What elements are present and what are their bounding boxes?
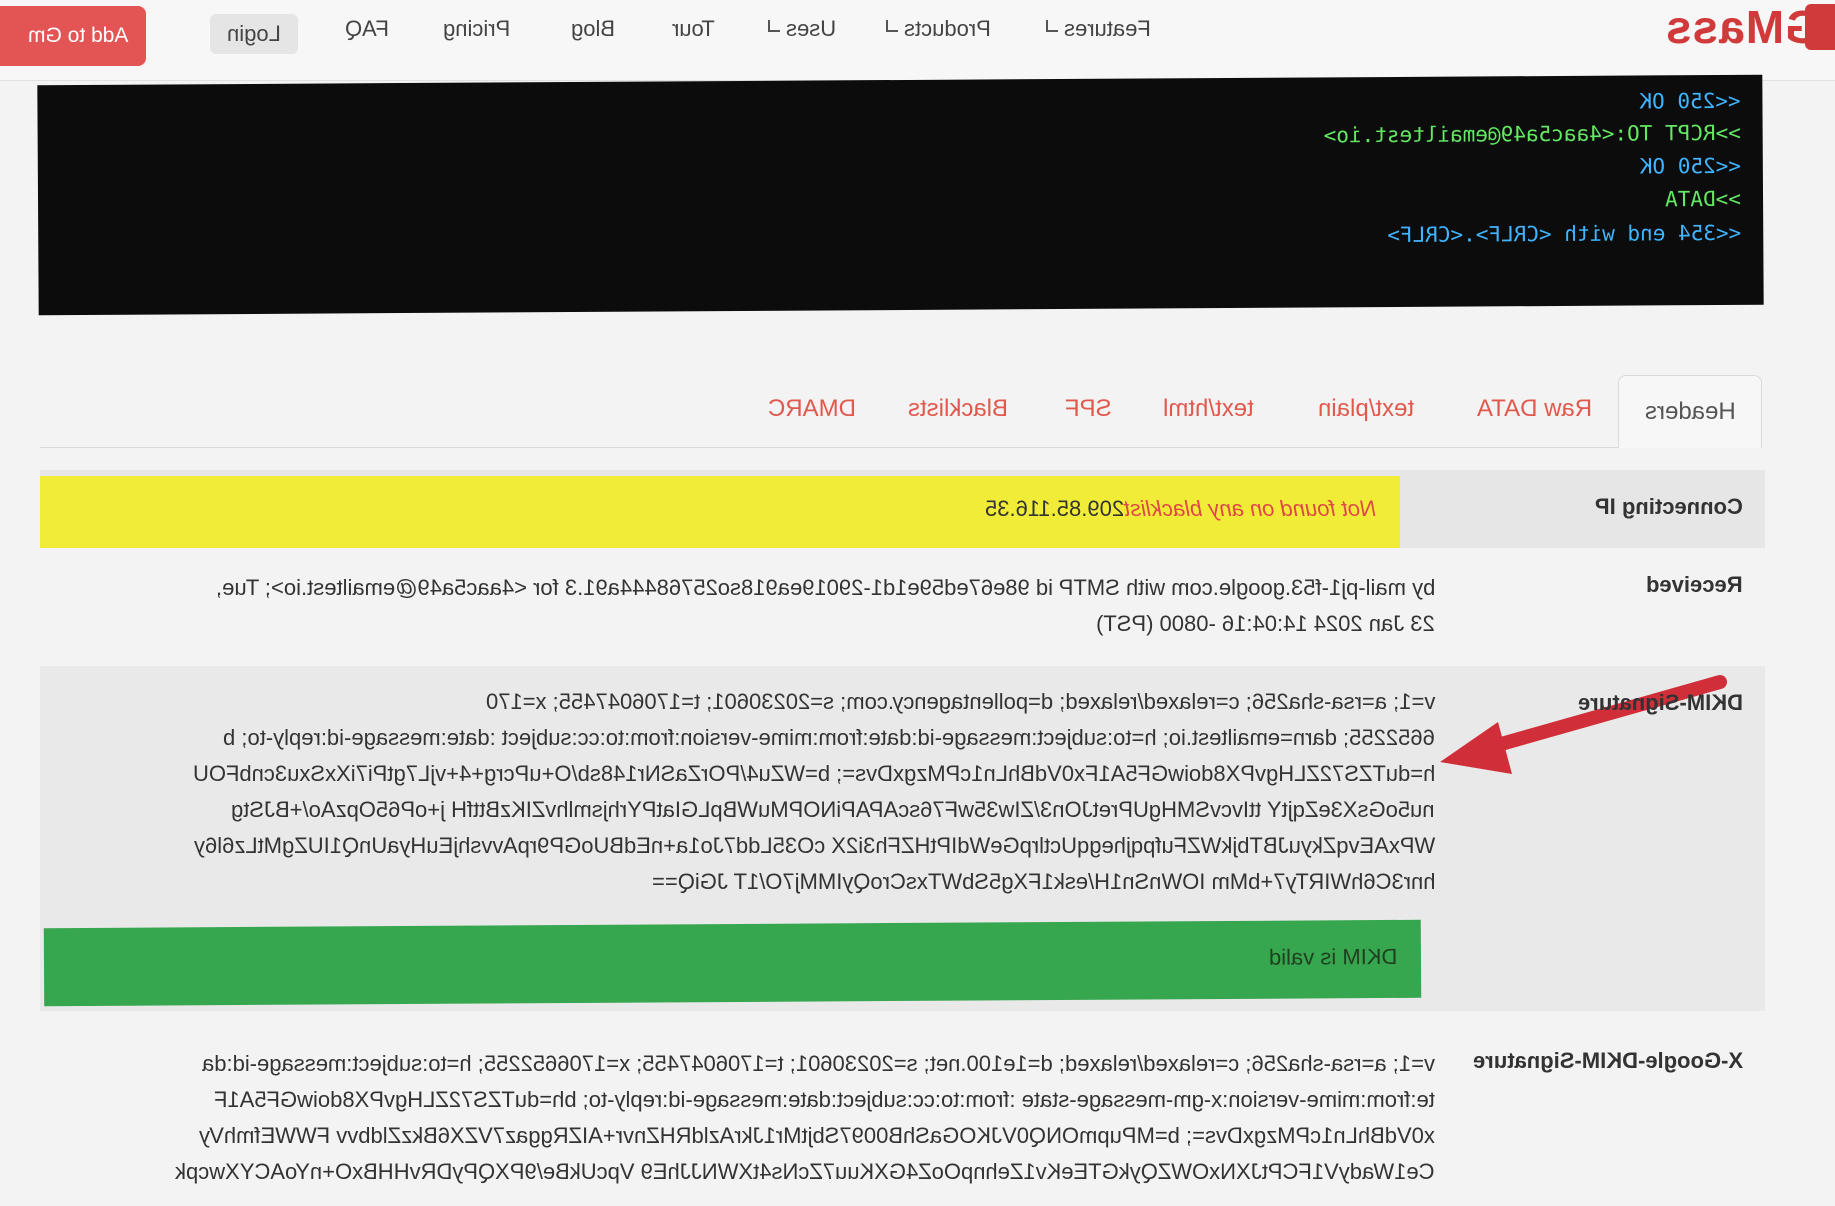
chevron-down-icon: [1046, 20, 1058, 32]
top-navbar: Add to Gm Login FAQ Pricing Blog Tour Us…: [0, 0, 1835, 81]
nav-tour[interactable]: Tour: [672, 16, 715, 42]
tab-dmarc[interactable]: DMARC: [768, 395, 856, 423]
chevron-down-icon: [768, 20, 780, 32]
result-tabs: DMARC Blacklists SPF text/html text/plai…: [40, 375, 1762, 448]
row-label: DKIM-Signature: [1578, 690, 1743, 715]
connecting-ip-value: 209.85.116.35Not found on any blacklist: [985, 496, 1386, 522]
table-row: v=1; a=rsa-sha256; c=relaxed/relaxed; d=…: [40, 1026, 1765, 1206]
terminal-line: >>RCPT TO:<4aac5a49@emailtest.io>: [1323, 120, 1741, 148]
table-row: by mail-pj1-f53.google.com with SMTP id …: [40, 550, 1765, 650]
brand-logo[interactable]: GMass: [1665, 0, 1821, 54]
chevron-down-icon: [886, 20, 898, 32]
terminal-line: <<250 OK: [1639, 153, 1741, 179]
row-label: X-Google-DKIM-Signature: [1472, 1048, 1743, 1073]
tab-spf[interactable]: SPF: [1065, 395, 1112, 423]
tab-headers[interactable]: Headers: [1618, 375, 1762, 448]
blacklist-status: Not found on any blacklist: [1124, 496, 1376, 521]
terminal-line: <<250 OK: [1639, 88, 1741, 114]
nav-uses[interactable]: Uses: [758, 16, 836, 42]
row-label: Connecting IP: [1595, 494, 1743, 519]
ip-address: 209.85.116.35: [985, 496, 1125, 521]
received-value: by mail-pj1-f53.google.com with SMTP id …: [215, 575, 1435, 636]
tab-raw-data[interactable]: Raw DATA: [1477, 395, 1592, 423]
dkim-valid-text: DKIM is valid: [1268, 943, 1398, 970]
tab-text-html[interactable]: text/html: [1163, 395, 1254, 423]
blacklist-status-band: 209.85.116.35Not found on any blacklist: [40, 476, 1400, 548]
red-arrow-icon: [1440, 675, 1727, 774]
smtp-transcript-terminal: <<250 OK >>RCPT TO:<4aac5a49@emailtest.i…: [37, 74, 1764, 316]
add-to-gmail-button[interactable]: Add to Gm: [0, 6, 146, 66]
table-row: 209.85.116.35Not found on any blacklist …: [40, 470, 1765, 548]
dkim-signature-value: v=1; a=rsa-sha256; c=relaxed/relaxed; d=…: [192, 689, 1435, 894]
nav-pricing[interactable]: Pricing: [443, 16, 510, 42]
nav-faq[interactable]: FAQ: [345, 16, 389, 42]
nav-login-button[interactable]: Login: [210, 14, 298, 54]
nav-products[interactable]: Products: [876, 16, 991, 42]
tab-blacklists[interactable]: Blacklists: [908, 395, 1008, 423]
row-label: Received: [1646, 572, 1743, 597]
x-google-dkim-value: v=1; a=rsa-sha256; c=relaxed/relaxed; d=…: [175, 1051, 1435, 1184]
tab-text-plain[interactable]: text/plain: [1318, 395, 1414, 423]
brand-logo-icon: [1805, 4, 1835, 50]
terminal-line: >>DATA: [1665, 186, 1742, 212]
table-row: v=1; a=rsa-sha256; c=relaxed/relaxed; d=…: [40, 666, 1765, 1011]
nav-features[interactable]: Features: [1036, 16, 1151, 42]
dkim-valid-banner: DKIM is valid: [43, 919, 1422, 1007]
nav-blog[interactable]: Blog: [571, 16, 615, 42]
terminal-line: <<354 end with <CRLF>.<CRLF>: [1387, 220, 1742, 248]
